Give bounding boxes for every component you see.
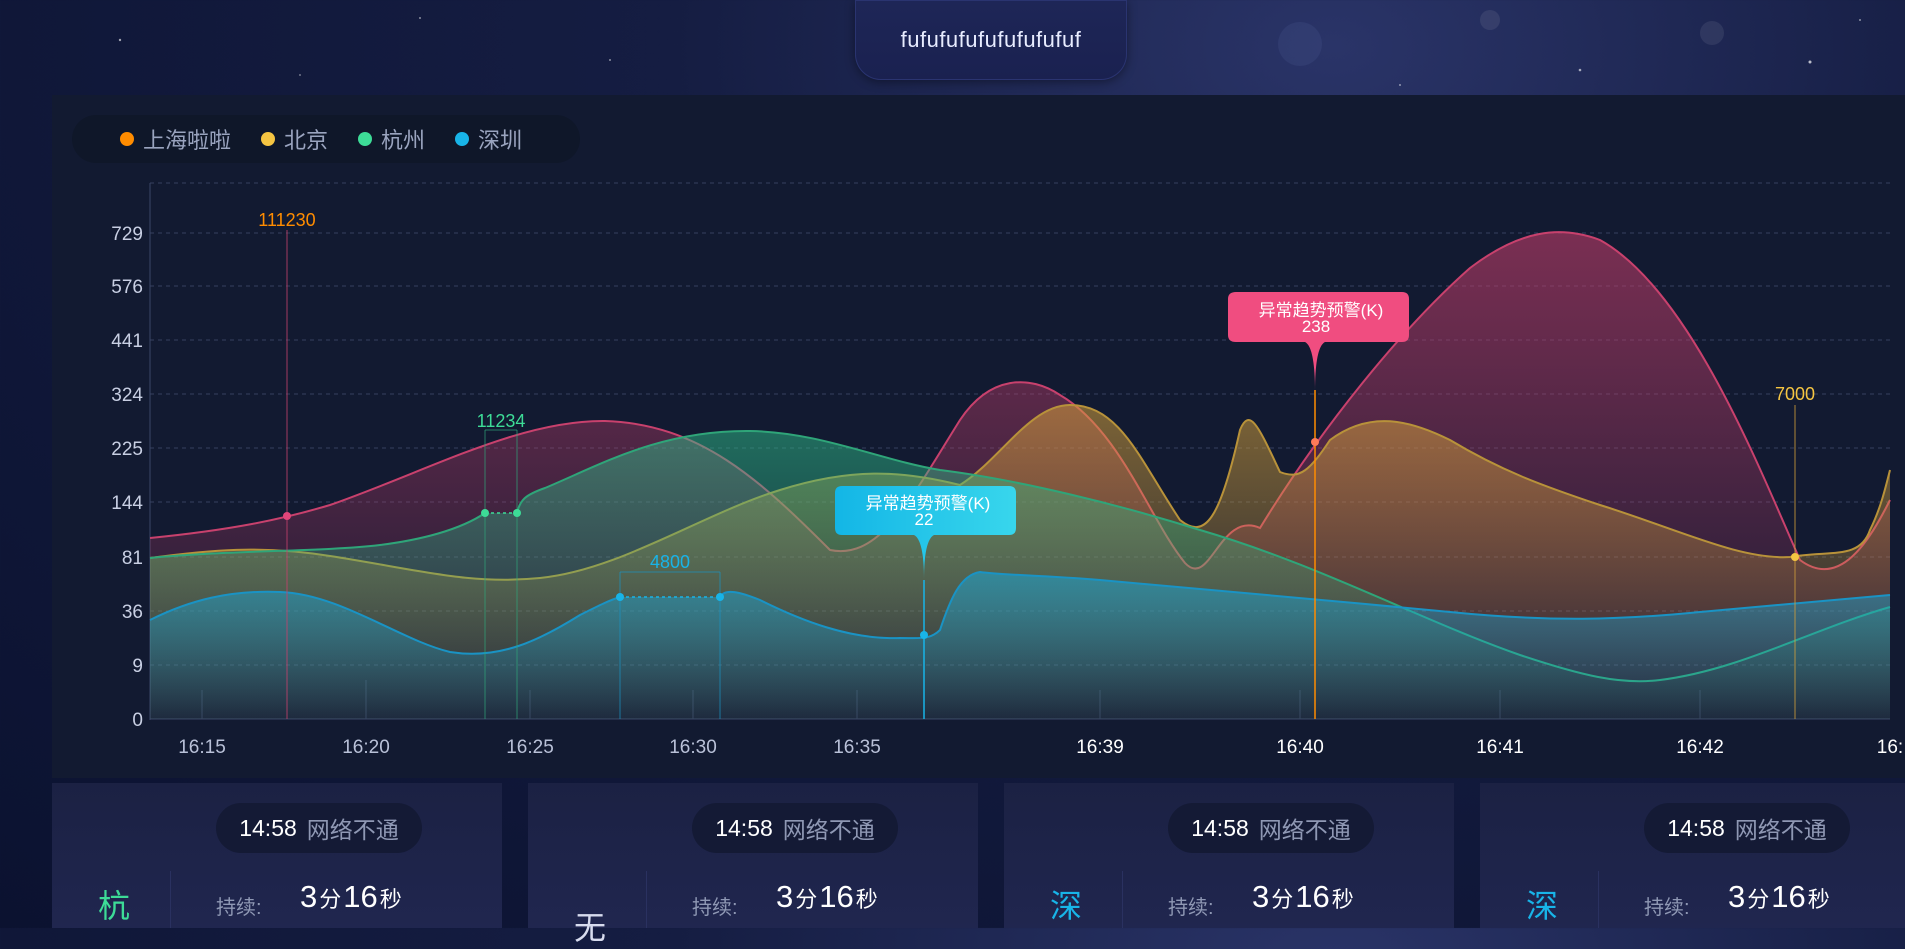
alert-card[interactable]: 14:58 网络不通 无 持续: 3分16秒 [528, 783, 978, 946]
seconds-unit: 秒 [1807, 887, 1830, 912]
y-tick-label: 144 [111, 493, 143, 514]
duration-seconds: 16 [819, 879, 854, 914]
x-tick-labels: 16:15 16:20 16:25 16:30 16:35 16:39 16:4… [178, 737, 1903, 758]
minutes-unit: 分 [319, 887, 342, 912]
minutes-unit: 分 [795, 887, 818, 912]
status-pill: 14:58 网络不通 [1168, 803, 1374, 853]
duration-seconds: 16 [343, 879, 378, 914]
city-abbr: 深 [1526, 888, 1559, 924]
x-tick-label: 16:39 [1076, 737, 1124, 758]
x-tick-label: 16:40 [1276, 737, 1324, 758]
alert-status: 网络不通 [306, 817, 399, 843]
alert-card[interactable]: 14:58 网络不通 杭 持续: 3分16秒 [52, 783, 502, 928]
alert-card[interactable]: 14:58 网络不通 深 持续: 3分16秒 [1480, 783, 1905, 928]
city-abbr: 无 [574, 910, 607, 946]
x-tick-label: 16: [1877, 737, 1903, 758]
y-tick-label: 36 [122, 602, 143, 623]
duration-label: 持续: [692, 897, 738, 919]
seconds-unit: 秒 [1331, 887, 1354, 912]
y-tick-label: 729 [111, 224, 143, 245]
y-tick-label: 441 [111, 331, 143, 352]
y-tick-label: 576 [111, 277, 143, 298]
status-pill: 14:58 网络不通 [216, 803, 422, 853]
x-tick-label: 16:30 [669, 737, 717, 758]
annotation-label: 4800 [650, 552, 690, 572]
duration-value: 3分16秒 [300, 879, 404, 915]
seconds-unit: 秒 [379, 887, 402, 912]
duration-value: 3分16秒 [1252, 879, 1356, 915]
city-abbr: 深 [1050, 888, 1083, 924]
alert-cards-row: 14:58 网络不通 杭 持续: 3分16秒 14:58 网络不通 无 持续: … [52, 783, 1905, 946]
alert-status: 网络不通 [1734, 817, 1827, 843]
alert-time: 14:58 [1191, 814, 1249, 841]
annotation-label: 7000 [1775, 384, 1815, 404]
city-abbr: 杭 [98, 888, 131, 924]
x-tick-label: 16:42 [1676, 737, 1724, 758]
x-tick-label: 16:20 [342, 737, 390, 758]
alert-value: 238 [1302, 317, 1330, 336]
divider [1122, 871, 1123, 928]
status-pill: 14:58 网络不通 [1644, 803, 1850, 853]
divider [170, 871, 171, 928]
alert-status: 网络不通 [782, 817, 875, 843]
x-tick-label: 16:41 [1476, 737, 1524, 758]
divider [646, 871, 647, 928]
trend-chart: 0 9 36 81 144 225 324 441 576 729 16:15 … [111, 182, 1903, 758]
duration-seconds: 16 [1771, 879, 1806, 914]
alert-time: 14:58 [239, 814, 297, 841]
annotation-label: 11234 [477, 411, 526, 431]
y-tick-labels: 0 9 36 81 144 225 324 441 576 729 [111, 224, 143, 731]
duration-minutes: 3 [1252, 879, 1270, 914]
y-tick-label: 81 [122, 548, 143, 569]
alert-value: 22 [915, 510, 934, 529]
duration-value: 3分16秒 [1728, 879, 1832, 915]
duration-value: 3分16秒 [776, 879, 880, 915]
minutes-unit: 分 [1271, 887, 1294, 912]
duration-label: 持续: [1168, 897, 1214, 919]
duration-label: 持续: [1644, 897, 1690, 919]
page-title-tab: fufufufufufufufufuf [855, 0, 1127, 80]
y-tick-label: 324 [111, 385, 143, 406]
duration-minutes: 3 [1728, 879, 1746, 914]
duration-minutes: 3 [776, 879, 794, 914]
duration-seconds: 16 [1295, 879, 1330, 914]
x-tick-label: 16:35 [833, 737, 881, 758]
x-tick-label: 16:25 [506, 737, 554, 758]
alert-time: 14:58 [715, 814, 773, 841]
y-tick-label: 9 [132, 656, 143, 677]
y-tick-label: 225 [111, 439, 143, 460]
alert-status: 网络不通 [1258, 817, 1351, 843]
annotation-label: 111230 [258, 210, 315, 230]
minutes-unit: 分 [1747, 887, 1770, 912]
alert-time: 14:58 [1667, 814, 1725, 841]
page-title: fufufufufufufufufuf [900, 27, 1082, 52]
duration-minutes: 3 [300, 879, 318, 914]
duration-label: 持续: [216, 897, 262, 919]
divider [1598, 871, 1599, 928]
status-pill: 14:58 网络不通 [692, 803, 898, 853]
alert-card[interactable]: 14:58 网络不通 深 持续: 3分16秒 [1004, 783, 1454, 928]
seconds-unit: 秒 [855, 887, 878, 912]
x-tick-label: 16:15 [178, 737, 226, 758]
y-tick-label: 0 [132, 710, 143, 731]
